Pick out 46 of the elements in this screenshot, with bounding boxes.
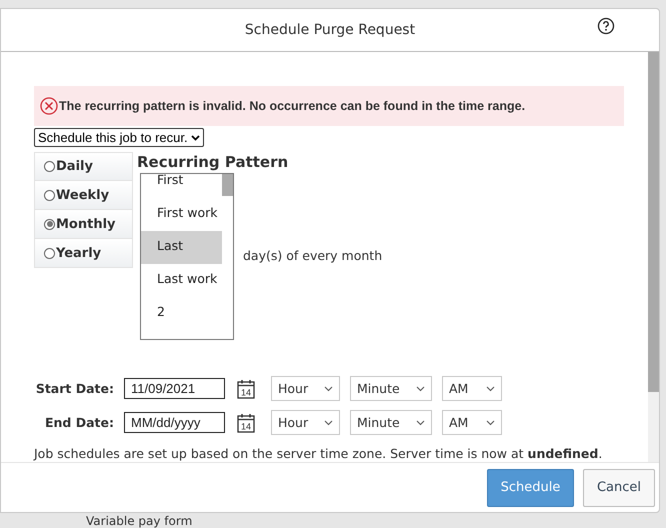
list-option[interactable]: First [141,174,222,198]
frequency-option[interactable]: Weekly [34,181,133,210]
caret-icon [416,386,425,392]
list-option[interactable]: First work [141,198,222,231]
radio-button[interactable] [44,218,55,230]
calendar-icon[interactable]: 14 [237,412,255,432]
frequency-option[interactable]: Monthly [34,210,133,239]
date-label: End Date: [44,415,115,430]
frequency-option[interactable]: Daily [34,152,133,181]
scrollbar-thumb[interactable] [222,174,233,196]
meridiem-dropdown[interactable]: AM [442,410,502,435]
caret-icon [486,420,495,426]
dialog-title: Schedule Purge Request [244,22,416,38]
frequency-option[interactable]: Yearly [34,239,133,268]
error-message: The recurring pattern is invalid. No occurrence can be found in the time range. [59,99,526,113]
list-option[interactable]: Last [141,231,222,264]
recurrence-select[interactable]: Schedule this job to recur. [34,128,204,147]
caret-icon [416,420,425,426]
background-text: Variable pay form [86,514,192,528]
date-label: Start Date: [34,381,115,396]
date-field[interactable]: MM/dd/yyyy [124,412,225,433]
list-option[interactable]: Last work [141,264,222,297]
scrollbar-thumb[interactable] [648,52,659,392]
scrollbar[interactable] [648,52,659,462]
date-field[interactable]: 11/09/2021 [124,378,225,399]
timezone-note: Job schedules are set up based on the server time zone. Server time is now at undefined. [34,446,604,461]
day-listbox[interactable]: First First work Last Last work 2 [140,173,234,340]
list-option[interactable]: 2 [141,297,222,330]
minute-dropdown[interactable]: Minute [350,376,432,401]
radio-button[interactable] [44,248,55,258]
meridiem-dropdown[interactable]: AM [442,376,502,401]
caret-icon [324,386,333,392]
calendar-icon[interactable]: 14 [237,378,255,398]
caret-icon [324,420,333,426]
cancel-button[interactable]: Cancel [583,468,655,506]
help-icon[interactable] [597,17,615,35]
day-suffix: day(s) of every month [243,248,382,263]
radio-button[interactable] [44,161,55,172]
radio-button[interactable] [44,190,55,200]
error-icon [40,97,58,115]
caret-icon [486,386,495,392]
section-heading: Recurring Pattern [137,153,290,171]
caret-icon [190,134,200,140]
hour-dropdown[interactable]: Hour [271,376,340,401]
minute-dropdown[interactable]: Minute [350,410,432,435]
hour-dropdown[interactable]: Hour [271,410,340,435]
